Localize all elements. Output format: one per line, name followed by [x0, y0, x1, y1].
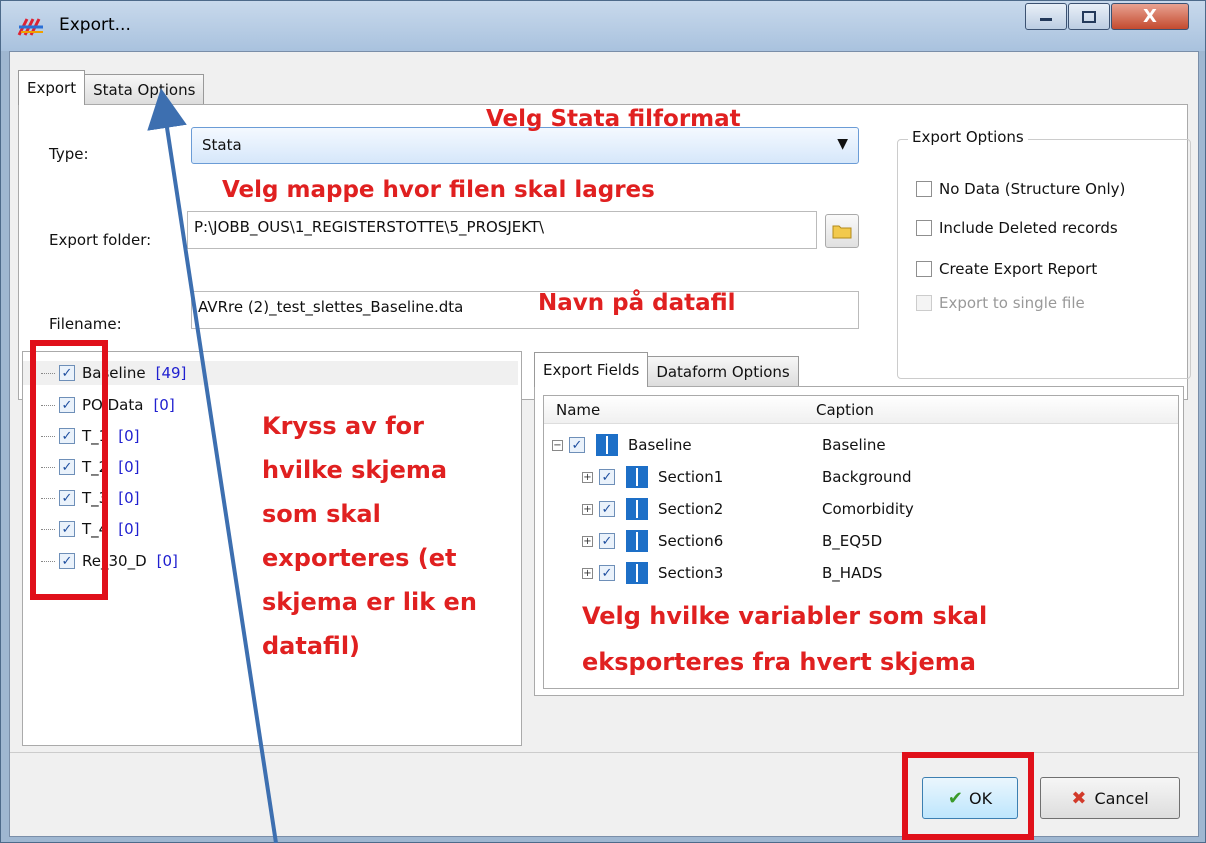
section-icon [626, 562, 648, 584]
record-count: [0] [118, 489, 140, 507]
record-count: [49] [155, 364, 187, 382]
checkbox-icon[interactable]: ✓ [569, 437, 585, 453]
option-label: Include Deleted records [939, 219, 1118, 237]
field-caption: Baseline [822, 436, 886, 454]
option-label: Export to single file [939, 294, 1085, 312]
type-select[interactable]: Stata ▼ [191, 127, 859, 164]
annotation-variables-line2: eksporteres fra hvert skjema [582, 648, 976, 676]
field-caption: B_HADS [822, 564, 883, 582]
app-logo-icon [17, 18, 43, 36]
grid-header: Name Caption [544, 396, 1178, 424]
tab-dataform-options[interactable]: Dataform Options [647, 356, 799, 387]
record-count: [0] [118, 520, 140, 538]
field-node-section6[interactable]: + ✓ Section6 B_EQ5D [582, 528, 1172, 554]
expand-icon[interactable]: + [582, 535, 593, 547]
highlight-box-ok [902, 752, 1034, 840]
column-header-caption[interactable]: Caption [816, 401, 874, 419]
section-icon [626, 466, 648, 488]
filename-label: Filename: [49, 315, 122, 333]
section-icon [626, 530, 648, 552]
field-node-baseline[interactable]: − ✓ Baseline Baseline [552, 432, 1172, 458]
highlight-box-dataforms [30, 340, 108, 600]
option-include-deleted[interactable]: Include Deleted records [916, 219, 1118, 237]
filename-input[interactable]: AVRre (2)_test_slettes_Baseline.dta [191, 291, 859, 329]
window-title: Export... [59, 15, 131, 35]
checkbox-icon[interactable]: ✓ [599, 501, 615, 517]
field-node-section2[interactable]: + ✓ Section2 Comorbidity [582, 496, 1172, 522]
cancel-x-icon: ✖ [1071, 787, 1087, 809]
type-select-value: Stata [202, 136, 242, 154]
field-caption: Background [822, 468, 912, 486]
checkbox-icon[interactable] [916, 261, 932, 277]
field-name: Section3 [658, 564, 724, 582]
dropdown-arrow-icon: ▼ [837, 136, 848, 152]
cancel-button[interactable]: ✖ Cancel [1040, 777, 1180, 819]
field-caption: B_EQ5D [822, 532, 883, 550]
title-bar[interactable]: Export... X [1, 1, 1205, 51]
window-controls: X [1025, 3, 1190, 31]
export-folder-input[interactable]: P:\JOBB_OUS\1_REGISTERSTOTTE\5_PROSJEKT\ [187, 211, 817, 249]
checkbox-icon[interactable] [916, 181, 932, 197]
export-folder-label: Export folder: [49, 231, 152, 249]
annotation-forms-line2: hvilke skjema [262, 456, 448, 484]
dialog-body: Export Stata Options Type: Stata ▼ Expor… [9, 51, 1199, 837]
field-name: Section1 [658, 468, 724, 486]
option-single-file: Export to single file [916, 294, 1085, 312]
tab-export-fields[interactable]: Export Fields [534, 352, 649, 387]
field-name: Baseline [628, 436, 692, 454]
annotation-type: Velg Stata filformat [486, 106, 741, 132]
close-button[interactable]: X [1111, 3, 1189, 30]
checkbox-icon[interactable] [916, 220, 932, 236]
annotation-forms-line4: exporteres (et [262, 544, 457, 572]
minimize-icon [1040, 17, 1052, 21]
checkbox-icon[interactable]: ✓ [599, 565, 615, 581]
annotation-filename: Navn på datafil [538, 290, 736, 316]
fields-grid: Name Caption − ✓ Baseline Baseline + ✓ S… [543, 395, 1179, 689]
field-name: Section2 [658, 500, 724, 518]
tab-export[interactable]: Export [18, 70, 86, 105]
browse-folder-button[interactable] [825, 214, 859, 248]
option-label: No Data (Structure Only) [939, 180, 1126, 198]
checkbox-icon[interactable]: ✓ [599, 469, 615, 485]
checkbox-icon[interactable]: ✓ [599, 533, 615, 549]
annotation-forms-line1: Kryss av for [262, 412, 424, 440]
dataform-icon [596, 434, 618, 456]
annotation-variables-line1: Velg hvilke variabler som skal [582, 602, 988, 630]
close-icon: X [1143, 6, 1157, 27]
section-icon [626, 498, 648, 520]
tab-stata-options[interactable]: Stata Options [84, 74, 205, 105]
annotation-forms-line5: skjema er lik en [262, 588, 477, 616]
annotation-folder: Velg mappe hvor filen skal lagres [222, 177, 655, 203]
field-caption: Comorbidity [822, 500, 914, 518]
record-count: [0] [118, 427, 140, 445]
annotation-forms-line3: som skal [262, 500, 381, 528]
inner-tabs: Export Fields Dataform Options [534, 351, 799, 387]
expand-icon[interactable]: + [582, 503, 593, 515]
field-name: Section6 [658, 532, 724, 550]
maximize-button[interactable] [1068, 3, 1110, 30]
record-count: [0] [156, 552, 178, 570]
export-options-title: Export Options [908, 128, 1028, 146]
field-node-section1[interactable]: + ✓ Section1 Background [582, 464, 1172, 490]
maximize-icon [1082, 10, 1096, 23]
fields-panel: Export Fields Dataform Options Name Capt… [534, 351, 1184, 696]
option-no-data[interactable]: No Data (Structure Only) [916, 180, 1125, 198]
checkbox-icon [916, 295, 932, 311]
collapse-icon[interactable]: − [552, 439, 563, 451]
field-node-section3[interactable]: + ✓ Section3 B_HADS [582, 560, 1172, 586]
main-tabs: Export Stata Options [18, 69, 205, 105]
type-label: Type: [49, 145, 89, 163]
record-count: [0] [153, 396, 175, 414]
cancel-label: Cancel [1094, 788, 1149, 808]
option-create-report[interactable]: Create Export Report [916, 260, 1097, 278]
annotation-forms-line6: datafil) [262, 632, 361, 660]
expand-icon[interactable]: + [582, 567, 593, 579]
expand-icon[interactable]: + [582, 471, 593, 483]
folder-icon [832, 225, 852, 239]
export-options-group: Export Options No Data (Structure Only) … [897, 128, 1191, 379]
option-label: Create Export Report [939, 260, 1098, 278]
minimize-button[interactable] [1025, 3, 1067, 30]
column-header-name[interactable]: Name [556, 401, 600, 419]
record-count: [0] [118, 458, 140, 476]
